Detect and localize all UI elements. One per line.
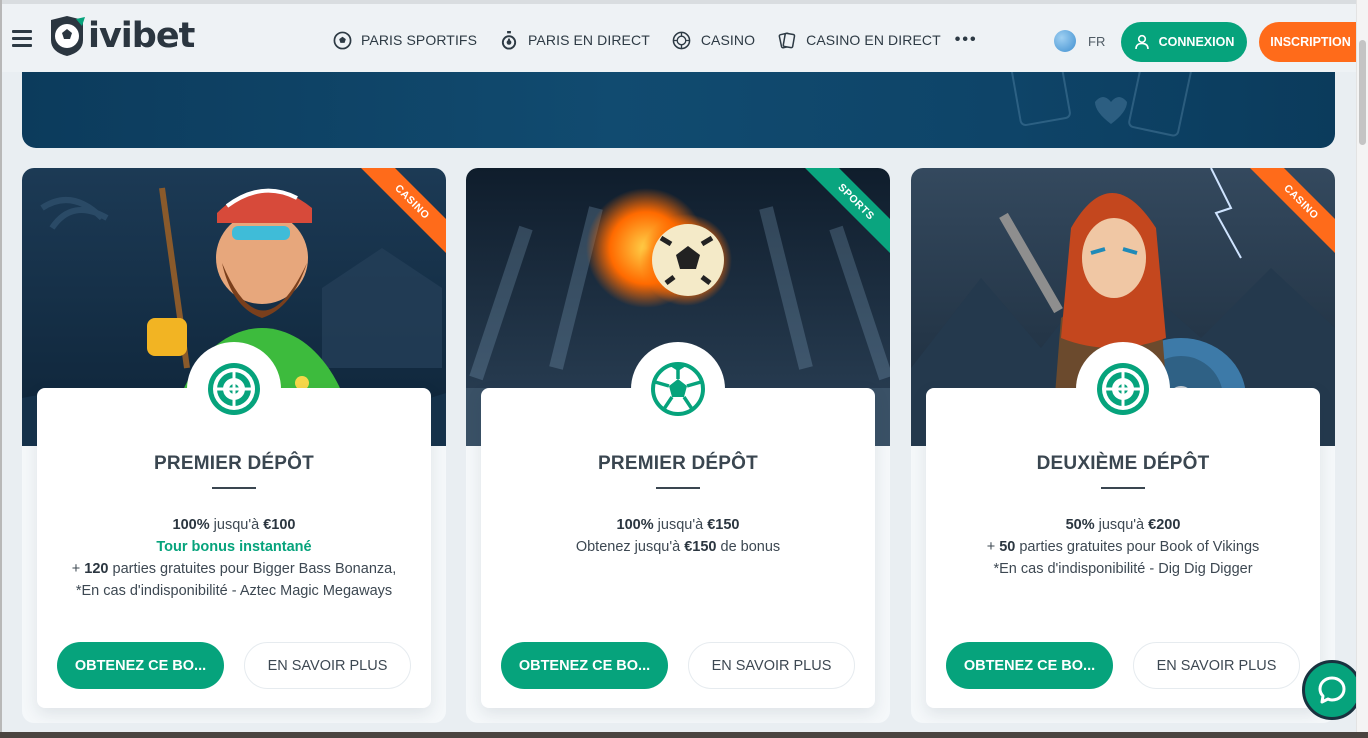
get-bonus-button[interactable]: OBTENEZ CE BO... <box>946 642 1113 689</box>
promo-hero-banner <box>22 72 1335 148</box>
offer-description: 100% jusqu'à €150 Obtenez jusqu'à €150 d… <box>491 514 865 558</box>
nav-label: PARIS SPORTIFS <box>361 32 478 48</box>
soccer-ball-icon <box>651 362 705 416</box>
offer-description: 50% jusqu'à €200 + 50 parties gratuites … <box>936 514 1310 580</box>
offer-line2-amount: €150 <box>684 539 717 555</box>
roulette-badge <box>1076 342 1170 436</box>
title-divider <box>1101 487 1145 489</box>
football-badge <box>631 342 725 436</box>
offer-percent: 50% <box>1065 517 1095 533</box>
nav-label: CASINO EN DIRECT <box>806 32 941 48</box>
roulette-icon <box>672 30 692 50</box>
stopwatch-icon <box>499 30 519 50</box>
offer-amount: €200 <box>1148 517 1181 533</box>
learn-more-button[interactable]: EN SAVOIR PLUS <box>688 642 855 689</box>
promo-card-casino-first-deposit: CASINO PREMIER DÉPÔT 100% jusqu'à €100 T… <box>22 168 446 723</box>
title-divider <box>212 487 256 489</box>
offer-panel: DEUXIÈME DÉPÔT 50% jusqu'à €200 + 50 par… <box>926 388 1320 708</box>
learn-more-button[interactable]: EN SAVOIR PLUS <box>1133 642 1300 689</box>
spins-count: 120 <box>84 561 109 577</box>
nav-label: PARIS EN DIRECT <box>528 32 650 48</box>
cards-icon <box>777 30 797 50</box>
roulette-badge <box>187 342 281 436</box>
promo-card-casino-second-deposit: CASINO DEUXIÈME DÉPÔT 50% jusqu'à €200 +… <box>911 168 1335 723</box>
offer-panel: PREMIER DÉPÔT 100% jusqu'à €150 Obtenez … <box>481 388 875 708</box>
nav-item-casino[interactable]: CASINO <box>672 30 755 50</box>
offer-line2-prefix: Obtenez jusqu'à <box>575 539 681 555</box>
soccer-ball-icon <box>332 30 352 50</box>
user-icon <box>1134 34 1149 50</box>
offer-upto: jusqu'à <box>657 517 704 533</box>
language-selector[interactable]: FR <box>1054 30 1105 52</box>
spins-count: 50 <box>999 539 1016 555</box>
get-bonus-button[interactable]: OBTENEZ CE BO... <box>57 642 224 689</box>
nav-item-casino-en-direct[interactable]: CASINO EN DIRECT <box>777 30 941 50</box>
logo[interactable]: ivibet <box>48 14 195 58</box>
offer-upto: jusqu'à <box>1098 517 1145 533</box>
scrollbar-thumb[interactable] <box>1359 40 1366 145</box>
site-header: ivibet PARIS SPORTIFS PARIS EN DIRECT CA… <box>2 0 1358 72</box>
hamburger-menu-icon[interactable] <box>12 30 32 47</box>
globe-icon <box>1054 30 1076 52</box>
offer-note: *En cas d'indisponibilité - Dig Dig Digg… <box>993 561 1253 577</box>
chat-bubble-icon <box>1318 676 1346 704</box>
nav-item-paris-sportifs[interactable]: PARIS SPORTIFS <box>332 30 477 50</box>
title-divider <box>656 487 700 489</box>
signup-button[interactable]: INSCRIPTION <box>1259 22 1358 62</box>
login-button[interactable]: CONNEXION <box>1121 22 1247 62</box>
promo-card-sports-first-deposit: SPORTS PREMIER DÉPÔT 100% jusqu'à €150 O… <box>466 168 890 723</box>
nav-item-paris-en-direct[interactable]: PARIS EN DIRECT <box>499 30 650 50</box>
spins-text: parties gratuites pour Bigger Bass Bonan… <box>112 561 397 577</box>
offer-amount: €100 <box>263 517 296 533</box>
language-code: FR <box>1088 33 1106 49</box>
spins-prefix: + <box>71 561 81 577</box>
offer-percent: 100% <box>616 517 654 533</box>
learn-more-button[interactable]: EN SAVOIR PLUS <box>244 642 411 689</box>
page-scrollbar[interactable] <box>1356 0 1368 732</box>
logo-text: ivibet <box>88 16 195 56</box>
roulette-icon <box>1097 363 1149 415</box>
offer-description: 100% jusqu'à €100 Tour bonus instantané … <box>47 514 421 602</box>
nav-label: CASINO <box>700 32 756 48</box>
offer-upto: jusqu'à <box>213 517 260 533</box>
window-frame-edge <box>0 0 2 738</box>
cards-decoration-icon <box>1009 72 1192 137</box>
logo-shield-icon <box>51 16 85 56</box>
offer-title: PREMIER DÉPÔT <box>598 453 758 474</box>
get-bonus-button[interactable]: OBTENEZ CE BO... <box>501 642 668 689</box>
live-chat-button[interactable] <box>1302 660 1362 720</box>
roulette-icon <box>208 363 260 415</box>
offer-percent: 100% <box>172 517 210 533</box>
offer-note: *En cas d'indisponibilité - Aztec Magic … <box>75 583 393 599</box>
offer-amount: €150 <box>707 517 740 533</box>
login-label: CONNEXION <box>1158 35 1235 49</box>
offer-highlight: Tour bonus instantané <box>156 539 312 555</box>
offer-line2-suffix: de bonus <box>720 539 781 555</box>
main-nav: PARIS SPORTIFS PARIS EN DIRECT CASINO CA… <box>332 30 978 50</box>
more-menu-button[interactable]: ••• <box>955 31 978 49</box>
spins-prefix: + <box>986 539 996 555</box>
offer-title: DEUXIÈME DÉPÔT <box>1036 453 1210 474</box>
offer-panel: PREMIER DÉPÔT 100% jusqu'à €100 Tour bon… <box>37 388 431 708</box>
window-frame-bottom <box>0 732 1368 738</box>
offer-title: PREMIER DÉPÔT <box>154 453 314 474</box>
spins-text: parties gratuites pour Book of Vikings <box>1019 539 1260 555</box>
